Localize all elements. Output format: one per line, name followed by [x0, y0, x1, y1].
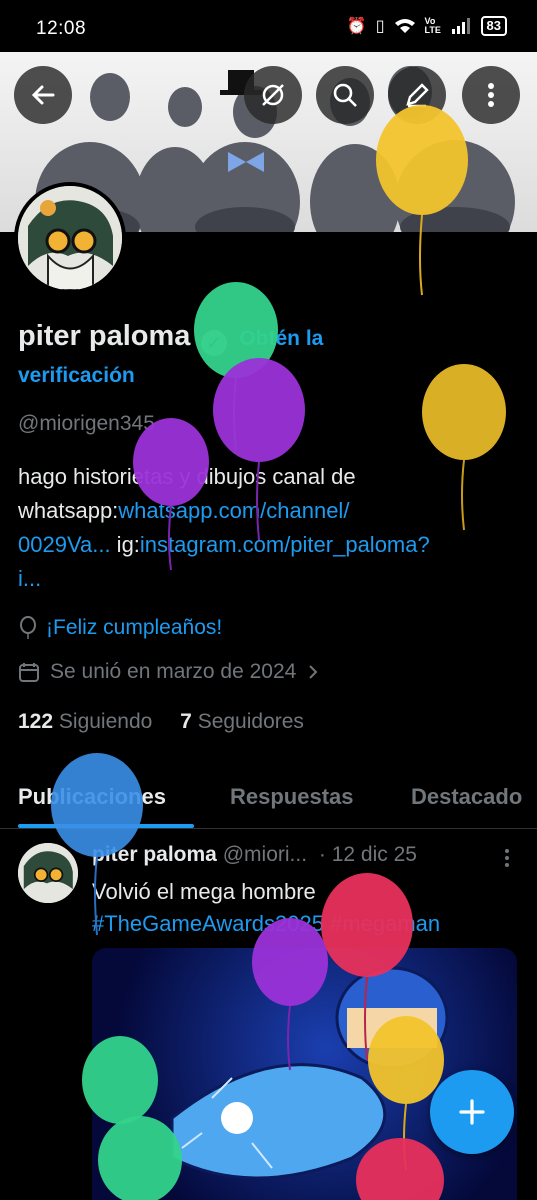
wifi-icon — [394, 19, 415, 33]
plus-icon — [459, 1099, 485, 1125]
no-sync-icon — [262, 84, 284, 106]
chevron-right-icon — [309, 665, 318, 679]
followers-count: 7 — [180, 710, 192, 733]
get-verified-link[interactable]: Obtén la — [239, 327, 323, 350]
tab-destacado[interactable]: Destacado — [411, 784, 522, 810]
post-body: Volvió el mega hombre — [92, 879, 316, 904]
post-hashtags[interactable]: #TheGameAwards2025 #megaman — [92, 908, 440, 940]
verified-badge-icon: ✓ — [200, 330, 227, 356]
get-verified-link-2[interactable]: verificación — [18, 364, 135, 388]
followers-label: Seguidores — [197, 710, 304, 733]
birthday-link[interactable]: ¡Feliz cumpleaños! — [46, 616, 222, 640]
follow-stats: 122 Siguiendo 7 Seguidores — [18, 710, 304, 734]
more-button[interactable] — [462, 66, 520, 124]
bio-line-1: hago historietas y dibujos canal de — [18, 464, 356, 489]
alarm-icon: ⏰ — [346, 18, 367, 35]
compose-button[interactable] — [430, 1070, 514, 1154]
status-bar: 12:08 ⏰ ▯ Vo LTE 83 — [0, 0, 537, 52]
following-label: Siguiendo — [58, 710, 153, 733]
profile-tabs: Publicaciones Respuestas Destacado — [0, 780, 537, 828]
following-count: 122 — [18, 710, 54, 733]
joined-row[interactable]: Se unió en marzo de 2024 — [18, 660, 320, 684]
search-button[interactable] — [316, 66, 374, 124]
post-text: Volvió el mega hombre #TheGameAwards2025… — [92, 876, 440, 940]
post-handle: @miori... — [222, 843, 308, 866]
birthday-row: ¡Feliz cumpleaños! — [18, 616, 222, 640]
following-stat[interactable]: 122 Siguiendo — [18, 710, 152, 733]
post-author[interactable]: piter paloma — [92, 843, 217, 866]
profile-handle: @miorigen345 — [18, 412, 155, 435]
vibrate-icon: ▯ — [375, 18, 385, 35]
post-avatar-illustration — [18, 843, 78, 903]
post-avatar[interactable] — [18, 843, 78, 903]
back-button[interactable] — [14, 66, 72, 124]
tabs-divider — [0, 828, 537, 829]
bio-prefix: whatsapp: — [18, 498, 119, 523]
balloon-icon — [20, 616, 36, 639]
battery-indicator: 83 — [480, 16, 507, 36]
back-arrow-icon — [31, 85, 55, 105]
signal-icon — [451, 18, 470, 34]
sync-button[interactable] — [244, 66, 302, 124]
balloon-green-1 — [194, 282, 278, 451]
profile-avatar[interactable] — [14, 182, 126, 294]
tab-respuestas[interactable]: Respuestas — [230, 784, 354, 810]
whatsapp-link[interactable]: whatsapp.com/channel/ — [118, 498, 349, 523]
instagram-link[interactable]: instagram.com/piter_paloma? — [140, 532, 430, 557]
instagram-link-cont[interactable]: i... — [18, 562, 523, 596]
post-header: piter paloma @miori... · 12 dic 25 — [92, 843, 522, 867]
search-icon — [333, 83, 357, 107]
post-more-icon[interactable] — [503, 848, 511, 868]
edit-icon — [406, 83, 429, 108]
post-date: · 12 dic 25 — [318, 843, 417, 866]
whatsapp-link-cont[interactable]: 0029Va... — [18, 532, 111, 557]
joined-date: Se unió en marzo de 2024 — [50, 660, 297, 683]
more-icon — [488, 83, 494, 107]
edit-button[interactable] — [388, 66, 446, 124]
network-label: Vo LTE — [424, 16, 441, 35]
profile-bio: hago historietas y dibujos canal de what… — [18, 460, 523, 596]
avatar-illustration — [18, 186, 122, 290]
profile-name: piter paloma — [18, 320, 191, 352]
status-time: 12:08 — [36, 18, 87, 39]
tab-publicaciones[interactable]: Publicaciones — [18, 784, 166, 810]
profile-header: piter paloma ✓ Obtén la — [18, 320, 528, 356]
calendar-icon — [19, 663, 39, 682]
followers-stat[interactable]: 7 Seguidores — [180, 710, 304, 733]
bio-ig-label: ig: — [110, 532, 140, 557]
